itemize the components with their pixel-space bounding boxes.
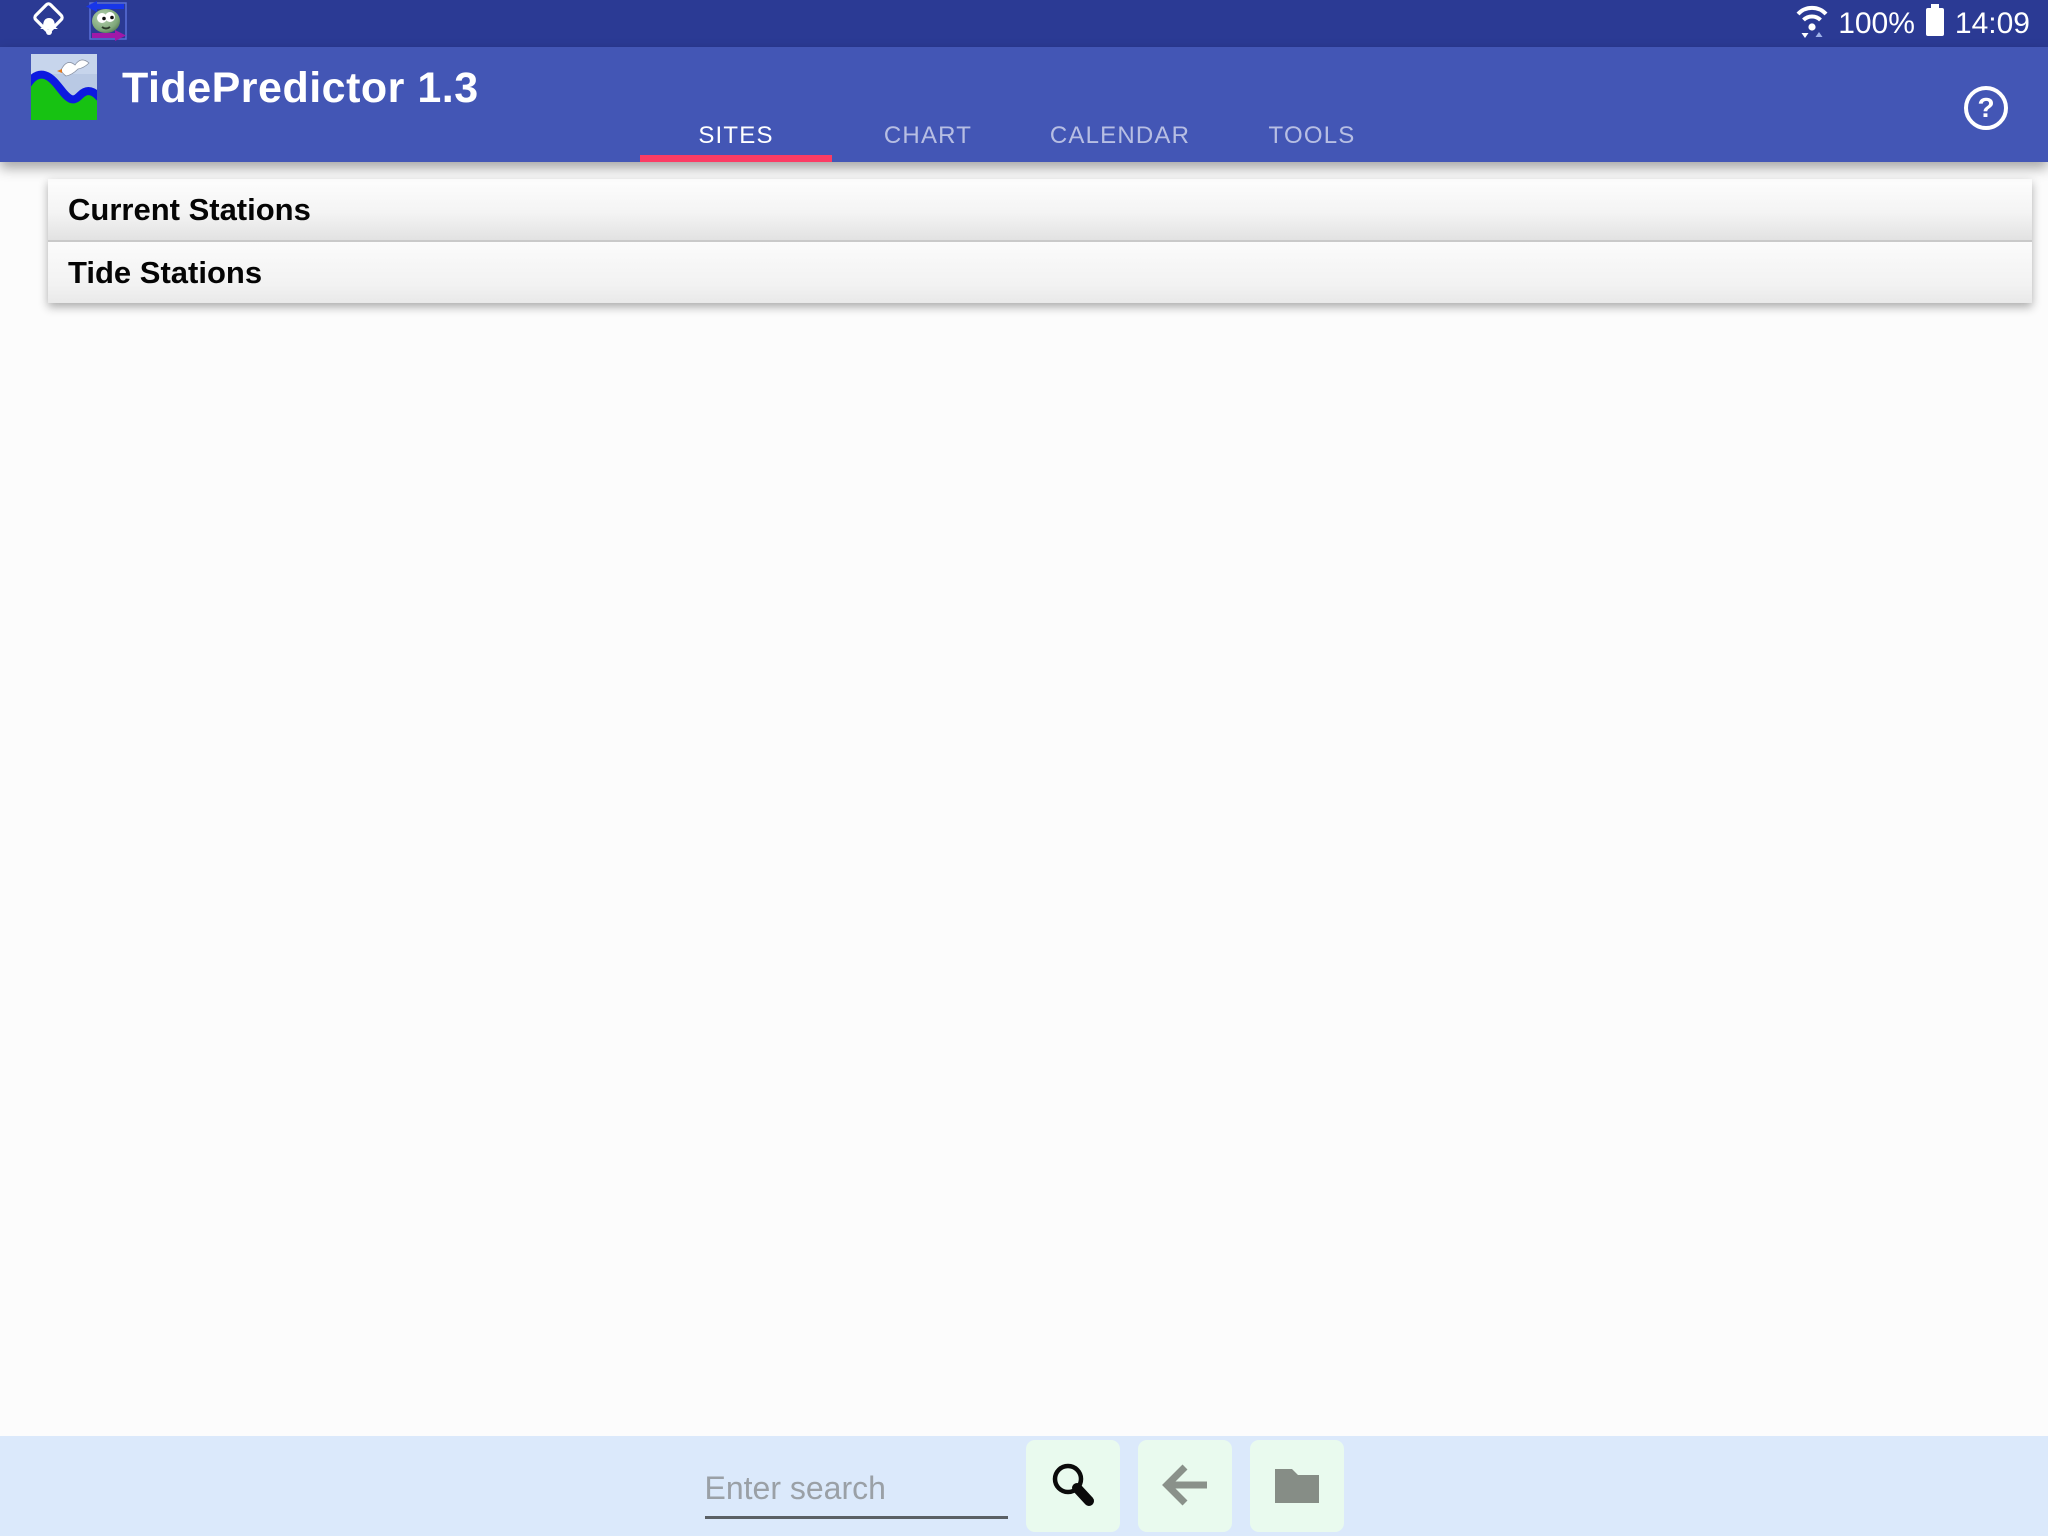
page-title: TidePredictor 1.3 (122, 64, 479, 113)
tab-bar: SITES CHART CALENDAR TOOLS (640, 110, 1408, 162)
back-arrow-icon (1159, 1461, 1211, 1512)
app-bar-title-row: TidePredictor 1.3 (0, 47, 2048, 119)
wifi-icon (1795, 1, 1829, 47)
diamond-bell-notification-icon (30, 1, 68, 46)
battery-icon (1924, 3, 1946, 45)
tab-calendar[interactable]: CALENDAR (1024, 110, 1216, 162)
search-button[interactable] (1026, 1440, 1120, 1532)
active-tab-indicator (640, 155, 832, 162)
main-content: Current Stations Tide Stations (0, 162, 2048, 1436)
tab-tools[interactable]: TOOLS (1216, 110, 1408, 162)
tab-chart[interactable]: CHART (832, 110, 1024, 162)
battery-percentage: 100% (1838, 7, 1915, 41)
back-button[interactable] (1138, 1440, 1232, 1532)
search-icon (1048, 1460, 1098, 1513)
data-transfer-face-icon (80, 0, 128, 47)
tab-tools-label: TOOLS (1269, 122, 1356, 150)
status-bar-indicators: 100% 14:09 (1795, 1, 2030, 47)
status-bar: 100% 14:09 (0, 0, 2048, 47)
list-item-label: Tide Stations (68, 255, 262, 291)
list-item-current-stations[interactable]: Current Stations (48, 179, 2032, 240)
bottom-search-bar (0, 1436, 2048, 1536)
help-button[interactable]: ? (1964, 86, 2008, 130)
tab-sites-label: SITES (698, 122, 773, 150)
search-input[interactable] (705, 1470, 1008, 1519)
list-item-tide-stations[interactable]: Tide Stations (48, 240, 2032, 303)
list-item-label: Current Stations (68, 192, 311, 228)
status-bar-notification-icons (30, 0, 128, 47)
app-logo-icon (31, 54, 97, 120)
folder-button[interactable] (1250, 1440, 1344, 1532)
folder-icon (1271, 1463, 1323, 1510)
tab-chart-label: CHART (884, 122, 972, 150)
tab-sites[interactable]: SITES (640, 110, 832, 162)
status-clock: 14:09 (1955, 7, 2030, 41)
app-bar: TidePredictor 1.3 ? SITES CHART CALENDAR… (0, 47, 2048, 162)
tab-calendar-label: CALENDAR (1050, 122, 1190, 150)
tidepredictor-app-screen: 100% 14:09 (0, 0, 2048, 1536)
help-question-mark: ? (1977, 92, 1994, 124)
station-list: Current Stations Tide Stations (48, 179, 2032, 303)
